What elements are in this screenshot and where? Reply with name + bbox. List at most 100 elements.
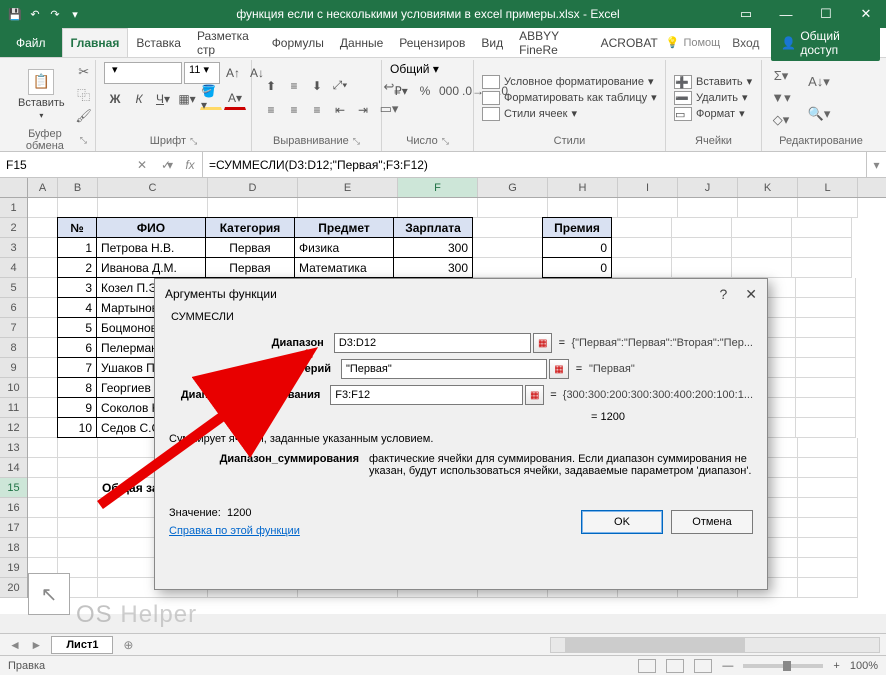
cell-B15[interactable]	[58, 478, 98, 498]
cell-A11[interactable]	[28, 398, 58, 418]
font-color-icon[interactable]: A▾	[224, 88, 246, 110]
refedit-icon[interactable]: ▦	[549, 359, 569, 379]
tab-данные[interactable]: Данные	[332, 28, 391, 57]
refedit-icon[interactable]: ▦	[525, 385, 544, 405]
italic-button[interactable]: К	[128, 88, 150, 110]
name-box[interactable]: ▾	[0, 152, 130, 177]
cell-H4[interactable]: 0	[542, 257, 612, 278]
cell-K2[interactable]	[732, 218, 792, 238]
align-center-icon[interactable]: ≡	[283, 99, 305, 121]
row-header-6[interactable]: 6	[0, 298, 27, 318]
cell-A13[interactable]	[28, 438, 58, 458]
row-header-17[interactable]: 17	[0, 518, 27, 538]
ribbon-options-icon[interactable]: ▭	[726, 0, 766, 28]
cell-B17[interactable]	[58, 518, 98, 538]
cell-H1[interactable]	[548, 198, 618, 218]
minimize-icon[interactable]: —	[766, 0, 806, 28]
indent-increase-icon[interactable]: ⇥	[352, 99, 374, 121]
cell-L20[interactable]	[798, 578, 858, 598]
cell-F2[interactable]: Зарплата	[393, 217, 473, 238]
underline-button[interactable]: Ч▾	[152, 88, 174, 110]
ok-button[interactable]: OK	[581, 510, 663, 534]
cell-C3[interactable]: Петрова Н.В.	[96, 237, 206, 258]
row-header-7[interactable]: 7	[0, 318, 27, 338]
dialog-launcher-icon[interactable]: ⤡	[80, 135, 87, 146]
font-family-select[interactable]: ▾	[104, 62, 182, 84]
cell-J3[interactable]	[672, 238, 732, 258]
tab-главная[interactable]: Главная	[62, 28, 129, 57]
sort-filter-icon[interactable]: A↓▾	[802, 67, 836, 97]
maximize-icon[interactable]: ☐	[806, 0, 846, 28]
bold-button[interactable]: Ж	[104, 88, 126, 110]
cell-A9[interactable]	[28, 358, 58, 378]
cell-A15[interactable]	[28, 478, 58, 498]
cell-I2[interactable]	[612, 218, 672, 238]
sheet-nav-prev-icon[interactable]: ◄	[6, 638, 24, 652]
col-header-B[interactable]: B	[58, 178, 98, 197]
cell-L2[interactable]	[792, 218, 852, 238]
cell-H2[interactable]: Премия	[542, 217, 612, 238]
row-header-19[interactable]: 19	[0, 558, 27, 578]
col-header-G[interactable]: G	[478, 178, 548, 197]
align-right-icon[interactable]: ≡	[306, 99, 328, 121]
col-header-F[interactable]: F	[398, 178, 478, 197]
find-select-icon[interactable]: 🔍▾	[802, 99, 836, 129]
dialog-close-icon[interactable]: ✕	[745, 286, 757, 303]
cell-B12[interactable]: 10	[57, 417, 97, 438]
row-header-20[interactable]: 20	[0, 578, 27, 598]
format-painter-icon[interactable]: 🖌	[73, 106, 95, 126]
row-header-5[interactable]: 5	[0, 278, 27, 298]
cell-J4[interactable]	[672, 258, 732, 278]
dialog-launcher-icon[interactable]: ⤡	[353, 136, 360, 147]
cell-L9[interactable]	[796, 358, 856, 378]
cell-A2[interactable]	[28, 218, 58, 238]
cell-F3[interactable]: 300	[393, 237, 473, 258]
tab-разметка стр[interactable]: Разметка стр	[189, 28, 264, 57]
autosum-icon[interactable]: Σ▾	[770, 66, 792, 86]
fx-icon[interactable]: fx	[178, 152, 202, 177]
cell-B13[interactable]	[58, 438, 98, 458]
delete-cells-button[interactable]: ➖Удалить ▾	[674, 91, 752, 105]
cell-L15[interactable]	[798, 478, 858, 498]
tell-me[interactable]: 💡 Помощ	[666, 36, 720, 49]
row-header-12[interactable]: 12	[0, 418, 27, 438]
cell-L10[interactable]	[796, 378, 856, 398]
cell-A12[interactable]	[28, 418, 58, 438]
tab-acrobat[interactable]: ACROBAT	[593, 28, 666, 57]
arg-range-input[interactable]	[334, 333, 531, 353]
cell-G1[interactable]	[478, 198, 548, 218]
row-header-11[interactable]: 11	[0, 398, 27, 418]
col-header-E[interactable]: E	[298, 178, 398, 197]
cell-E3[interactable]: Физика	[294, 237, 394, 258]
copy-icon[interactable]: ⿻	[73, 84, 95, 104]
zoom-in-icon[interactable]: +	[833, 660, 839, 672]
col-header-C[interactable]: C	[98, 178, 208, 197]
cell-B7[interactable]: 5	[57, 317, 97, 338]
cell-B1[interactable]	[58, 198, 98, 218]
col-header-J[interactable]: J	[678, 178, 738, 197]
format-table-button[interactable]: Форматировать как таблицу ▾	[482, 91, 657, 105]
cell-G3[interactable]	[473, 238, 543, 258]
tab-формулы[interactable]: Формулы	[264, 28, 332, 57]
cell-K4[interactable]	[732, 258, 792, 278]
cell-L4[interactable]	[792, 258, 852, 278]
zoom-out-icon[interactable]: —	[722, 660, 733, 672]
paste-button[interactable]: 📋 Вставить ▾	[14, 67, 69, 122]
row-header-14[interactable]: 14	[0, 458, 27, 478]
row-header-15[interactable]: 15	[0, 478, 27, 498]
comma-icon[interactable]: 000	[438, 80, 460, 102]
col-header-A[interactable]: A	[28, 178, 58, 197]
col-header-L[interactable]: L	[798, 178, 858, 197]
sheet-tab[interactable]: Лист1	[51, 636, 113, 654]
cell-G4[interactable]	[473, 258, 543, 278]
cell-L14[interactable]	[798, 458, 858, 478]
cell-A8[interactable]	[28, 338, 58, 358]
format-cells-button[interactable]: ▭Формат ▾	[674, 107, 752, 121]
cell-B3[interactable]: 1	[57, 237, 97, 258]
row-header-10[interactable]: 10	[0, 378, 27, 398]
cell-L6[interactable]	[796, 298, 856, 318]
cell-A4[interactable]	[28, 258, 58, 278]
normal-view-icon[interactable]	[638, 659, 656, 673]
formula-expand-icon[interactable]: ▾	[866, 152, 886, 177]
qat-dropdown-icon[interactable]: ▾	[66, 5, 84, 23]
